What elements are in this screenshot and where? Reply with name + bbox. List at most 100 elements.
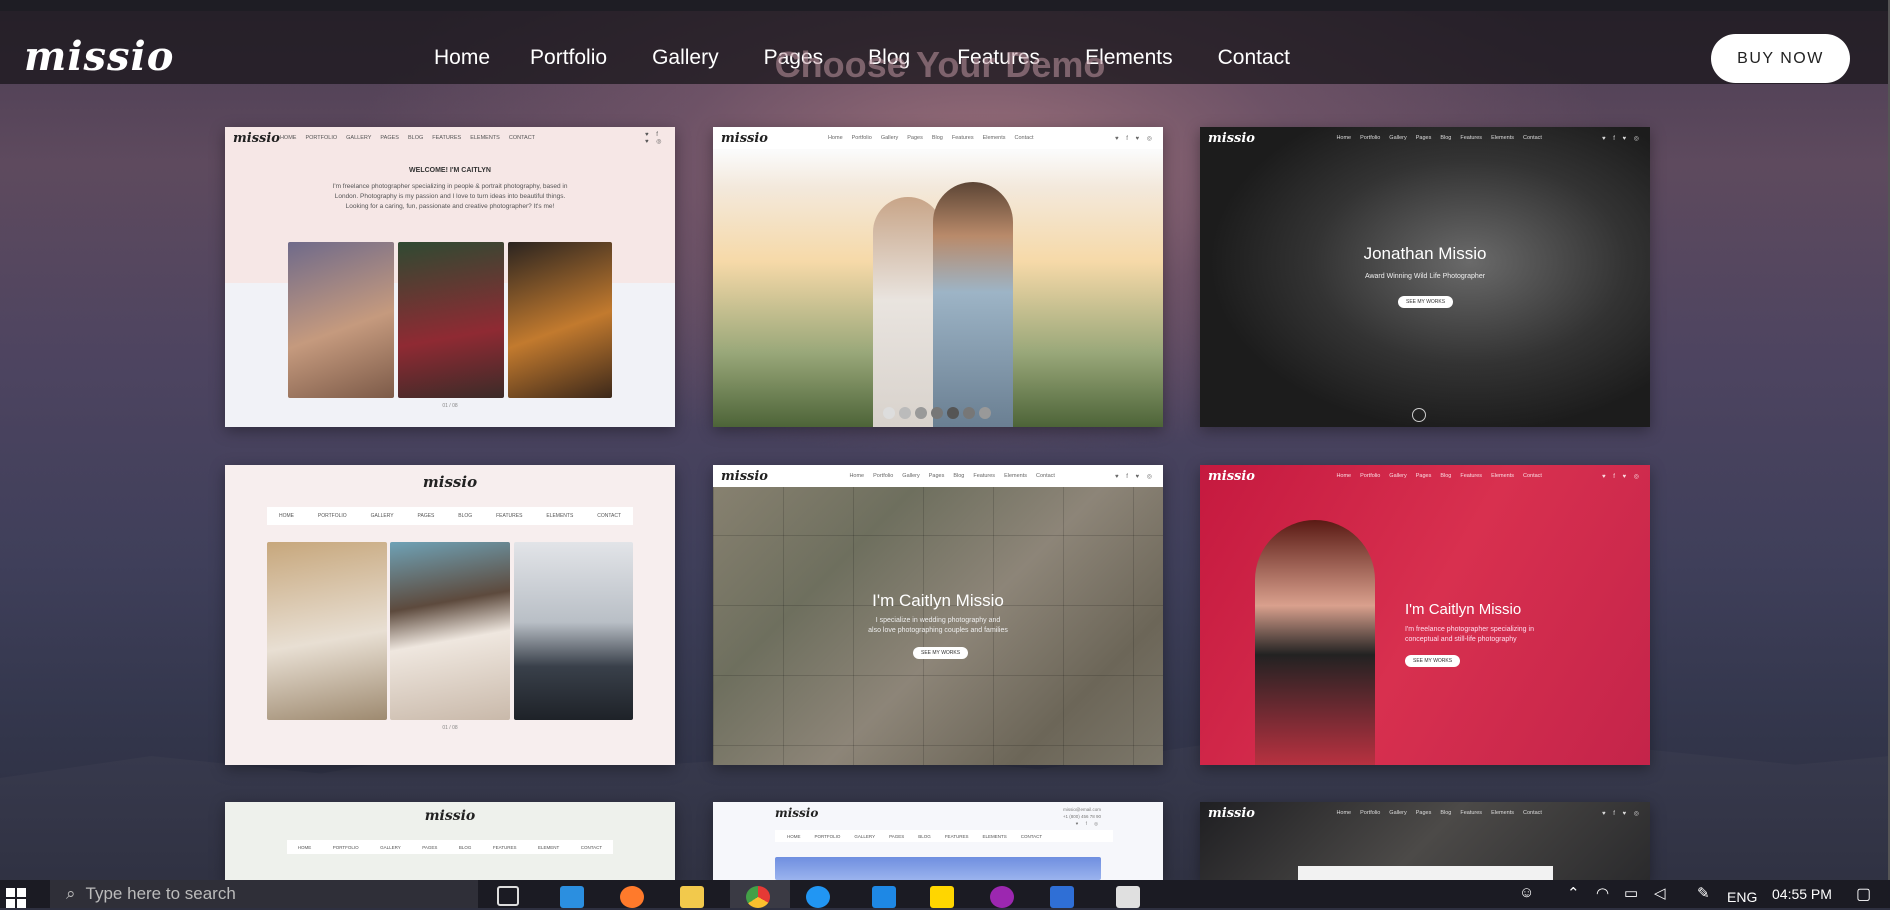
thumb-dot[interactable] <box>931 407 943 419</box>
demo-card-9[interactable]: missio Home Portfolio Gallery Pages Blog Feat… <box>1200 802 1650 880</box>
nav-portfolio[interactable]: Portfolio <box>530 46 607 70</box>
nav-home[interactable]: Home <box>434 46 490 70</box>
task-view-icon[interactable] <box>497 886 519 906</box>
demo-card-7[interactable]: missio HOME PORTFOLIO GALLERY PAGES BLOG FEAT… <box>225 802 675 880</box>
thumb-dot[interactable] <box>915 407 927 419</box>
demo-nav-item: FEATURES <box>944 833 969 839</box>
subtitle-line: I specialize in wedding photography and <box>875 617 1001 624</box>
demo-nav-item: Elements <box>1491 473 1514 479</box>
demo-logo: missio <box>1208 468 1255 484</box>
demo-nav-item: FEATURES <box>496 513 523 519</box>
demo-nav-item: Blog <box>953 473 965 479</box>
pen-icon[interactable]: ✎ <box>1697 884 1710 902</box>
demo-nav: missio Home Portfolio Gallery Pages Blog Feat… <box>1200 802 1650 824</box>
thumb-dot[interactable] <box>899 407 911 419</box>
taskbar-search[interactable]: ⌕ Type here to search <box>50 880 478 908</box>
demo-nav-item: BLOG <box>458 513 473 519</box>
demo-nav-item: Home <box>1336 473 1352 479</box>
file-explorer-icon[interactable] <box>680 886 704 908</box>
demo-nav-item: GALLERY <box>370 513 394 519</box>
social-icons: ♥ f ♥ ◎ <box>1114 135 1155 142</box>
demo-card-4[interactable]: missio HOME PORTFOLIO GALLERY PAGES BLOG FEAT… <box>225 465 675 765</box>
subtitle-line: also love photographing couples and fami… <box>868 627 1008 634</box>
thumb-dot[interactable] <box>947 407 959 419</box>
demo-nav-item: Features <box>973 473 996 479</box>
volume-icon[interactable]: ◁ <box>1654 884 1666 902</box>
demo-nav-item: Elements <box>1004 473 1027 479</box>
store-icon[interactable] <box>1116 886 1140 908</box>
demo-nav-item: PAGES <box>380 135 399 141</box>
demo-nav-item: Contact <box>1523 135 1542 141</box>
demo-nav-item: Pages <box>1415 473 1432 479</box>
hero-photo <box>775 857 1101 880</box>
see-works-button[interactable]: SEE MY WORKS <box>1405 655 1461 667</box>
demo-nav-item: Blog <box>1440 473 1452 479</box>
demo-nav-item: Features <box>1460 473 1483 479</box>
hero-subtitle: I'm freelance photographer specializing … <box>1405 625 1534 645</box>
demo-nav-item: Gallery <box>902 473 920 479</box>
slider-dot[interactable] <box>1412 408 1426 422</box>
photographer-photo <box>1255 520 1375 765</box>
clock[interactable]: 04:55 PM <box>1772 886 1832 902</box>
social-icons: ♥ f ♥ ◎ <box>1601 473 1642 480</box>
demo-nav-item: Features <box>1460 810 1483 816</box>
demo-card-6[interactable]: missio Home Portfolio Gallery Pages Blog Feat… <box>1200 465 1650 765</box>
thumb-dot[interactable] <box>963 407 975 419</box>
buy-now-button[interactable]: BUY NOW <box>1711 34 1850 83</box>
language-indicator[interactable]: ENG <box>1727 889 1757 905</box>
azure-icon[interactable] <box>1050 886 1074 908</box>
demo-nav-item: HOME <box>279 135 297 141</box>
thumb-dot[interactable] <box>883 407 895 419</box>
thumb-dot[interactable] <box>979 407 991 419</box>
see-works-button[interactable]: SEE MY WORKS <box>1398 296 1454 308</box>
demo-logo: missio <box>775 806 819 820</box>
podcast-icon[interactable] <box>990 886 1014 908</box>
wifi-icon[interactable]: ◠ <box>1596 884 1609 902</box>
demo-nav-item: Portfolio <box>1360 473 1381 479</box>
demo-card-8[interactable]: missio missio@email.com +1 (800) 456 78 … <box>713 802 1163 880</box>
demo-card-1[interactable]: missio HOME PORTFOLIO GALLERY PAGES BLOG FEAT… <box>225 127 675 427</box>
couple-groom <box>933 182 1013 427</box>
people-icon[interactable]: ☺ <box>1519 884 1534 901</box>
demo-logo: missio <box>233 130 280 146</box>
wedding-photo <box>267 542 387 720</box>
demo-nav-item: HOME <box>278 513 294 519</box>
windows-start-icon[interactable] <box>6 888 26 908</box>
see-works-button[interactable]: SEE MY WORKS <box>913 647 969 659</box>
demo-nav-item: Pages <box>928 473 945 479</box>
edge-icon[interactable] <box>806 886 830 908</box>
demo-card-3[interactable]: missio Home Portfolio Gallery Pages Blog Feat… <box>1200 127 1650 427</box>
demo-nav-item: BLOG <box>407 135 424 141</box>
browser-top-edge <box>0 0 1890 11</box>
demo-nav-item: Gallery <box>880 135 899 141</box>
demo-nav-item: Pages <box>1415 810 1432 816</box>
demo-nav: missio Home Portfolio Gallery Pages Blog Feat… <box>713 465 1163 487</box>
demo-nav: missio Home Portfolio Gallery Pages Blog Feat… <box>1200 465 1650 487</box>
slide-counter: 01 / 08 <box>442 725 458 731</box>
hero-title: I'm Caitlyn Missio <box>872 591 1004 610</box>
battery-icon[interactable]: ▭ <box>1624 884 1638 902</box>
chrome-icon[interactable] <box>746 886 770 908</box>
vscode-icon[interactable] <box>560 886 584 908</box>
firefox-icon[interactable] <box>620 886 644 908</box>
portrait-photo <box>398 242 504 398</box>
demo-card-5[interactable]: missio Home Portfolio Gallery Pages Blog Feat… <box>713 465 1163 765</box>
demo-nav-item: PAGES <box>417 513 435 519</box>
demo-nav-item: FEATURES <box>492 844 517 850</box>
demo-nav-item: Portfolio <box>1360 135 1381 141</box>
intro-line: London. Photography is my passion and I … <box>334 193 566 200</box>
tray-chevron-icon[interactable]: ⌃ <box>1567 884 1580 902</box>
demo-nav-item: HOME <box>297 844 312 850</box>
demo-nav-item: PAGES <box>889 833 905 839</box>
demo-logo: missio <box>721 130 768 146</box>
wedding-photo <box>514 542 633 720</box>
mail-icon[interactable] <box>872 886 896 908</box>
demo-card-2[interactable]: missio Home Portfolio Gallery Pages Blog Feat… <box>713 127 1163 427</box>
demo-nav-item: Pages <box>1415 135 1432 141</box>
sticky-notes-icon[interactable] <box>930 886 954 908</box>
notification-icon[interactable]: ▢ <box>1856 884 1871 904</box>
demo-nav-item: GALLERY <box>346 135 372 141</box>
demo-nav: missio Home Portfolio Gallery Pages Blog Feat… <box>1200 127 1650 149</box>
site-logo[interactable]: missio <box>24 33 174 80</box>
nav-contact[interactable]: Contact <box>1218 46 1290 70</box>
